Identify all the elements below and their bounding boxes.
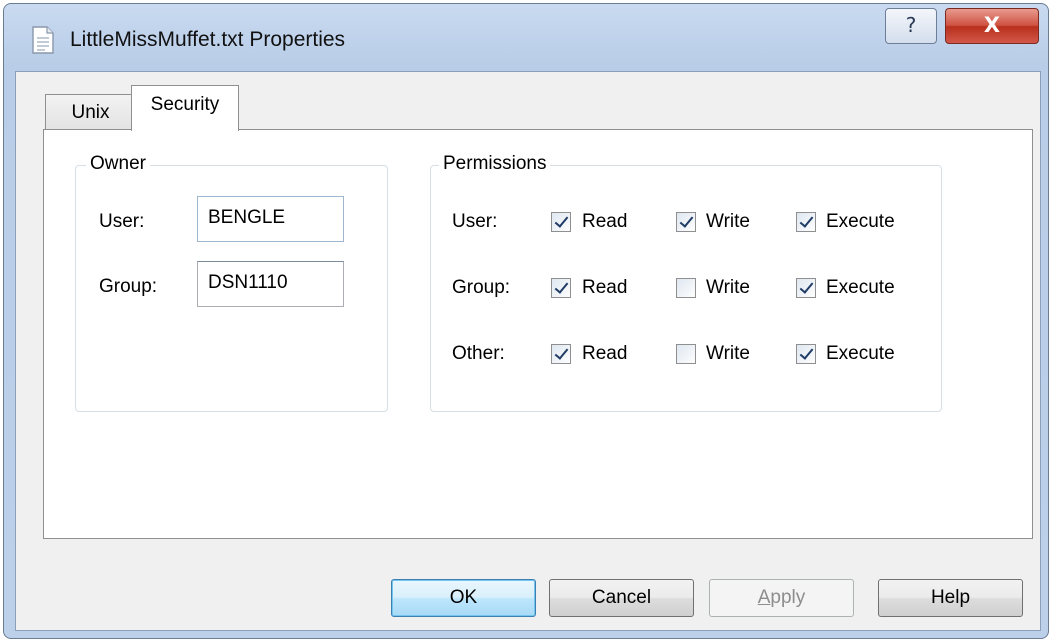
cancel-button[interactable]: Cancel	[549, 579, 694, 617]
group-write-checkbox[interactable]	[676, 278, 696, 298]
group-read-checkbox[interactable]	[551, 278, 571, 298]
user-execute-checkbox[interactable]	[796, 212, 816, 232]
permission-row-label: Other:	[452, 343, 505, 364]
ok-button[interactable]: OK	[391, 579, 536, 617]
owner-group-label: Group:	[99, 276, 158, 297]
read-label[interactable]: Read	[582, 343, 627, 365]
other-write-checkbox[interactable]	[676, 344, 696, 364]
permissions-legend: Permissions	[439, 153, 551, 175]
permission-row-label: User:	[452, 211, 498, 232]
question-mark-icon: ?	[905, 13, 917, 37]
owner-group: Owner User: BENGLE Group: DSN1110	[75, 153, 388, 412]
properties-dialog: LittleMissMuffet.txt Properties ? X Unix…	[3, 3, 1049, 639]
window-title: LittleMissMuffet.txt Properties	[70, 28, 346, 51]
execute-label[interactable]: Execute	[826, 211, 895, 233]
help-title-button[interactable]: ?	[885, 8, 937, 44]
write-label[interactable]: Write	[706, 343, 750, 365]
tab-unix[interactable]: Unix	[45, 94, 136, 130]
tab-security[interactable]: Security	[131, 85, 239, 131]
help-button[interactable]: Help	[878, 579, 1023, 617]
permission-row-user: User: Read Write Execute	[431, 206, 941, 236]
write-label[interactable]: Write	[706, 277, 750, 299]
other-read-checkbox[interactable]	[551, 344, 571, 364]
owner-group-field[interactable]: DSN1110	[197, 261, 344, 307]
permission-row-group: Group: Read Write Execute	[431, 272, 941, 302]
close-button[interactable]: X	[945, 8, 1039, 44]
user-write-checkbox[interactable]	[676, 212, 696, 232]
apply-mnemonic: A	[757, 587, 771, 608]
permissions-group: Permissions User: Read Write Execute Gro…	[430, 153, 942, 412]
write-label[interactable]: Write	[706, 211, 750, 233]
close-x-icon: X	[983, 13, 1001, 37]
security-tab-panel: Owner User: BENGLE Group: DSN1110 Permis…	[43, 129, 1033, 539]
execute-label[interactable]: Execute	[826, 277, 895, 299]
execute-label[interactable]: Execute	[826, 343, 895, 365]
document-icon	[32, 26, 54, 54]
apply-label-rest: pply	[770, 587, 806, 608]
owner-legend: Owner	[86, 153, 150, 175]
read-label[interactable]: Read	[582, 277, 627, 299]
permission-row-other: Other: Read Write Execute	[431, 338, 941, 368]
dialog-body: Unix Security Owner User: BENGLE Group: …	[15, 71, 1041, 631]
read-label[interactable]: Read	[582, 211, 627, 233]
group-execute-checkbox[interactable]	[796, 278, 816, 298]
permission-row-label: Group:	[452, 277, 511, 298]
owner-user-label: User:	[99, 211, 145, 232]
apply-button[interactable]: Apply	[709, 579, 854, 617]
title-bar[interactable]: LittleMissMuffet.txt Properties ? X	[4, 4, 1048, 74]
other-execute-checkbox[interactable]	[796, 344, 816, 364]
owner-user-field[interactable]: BENGLE	[197, 196, 344, 242]
user-read-checkbox[interactable]	[551, 212, 571, 232]
